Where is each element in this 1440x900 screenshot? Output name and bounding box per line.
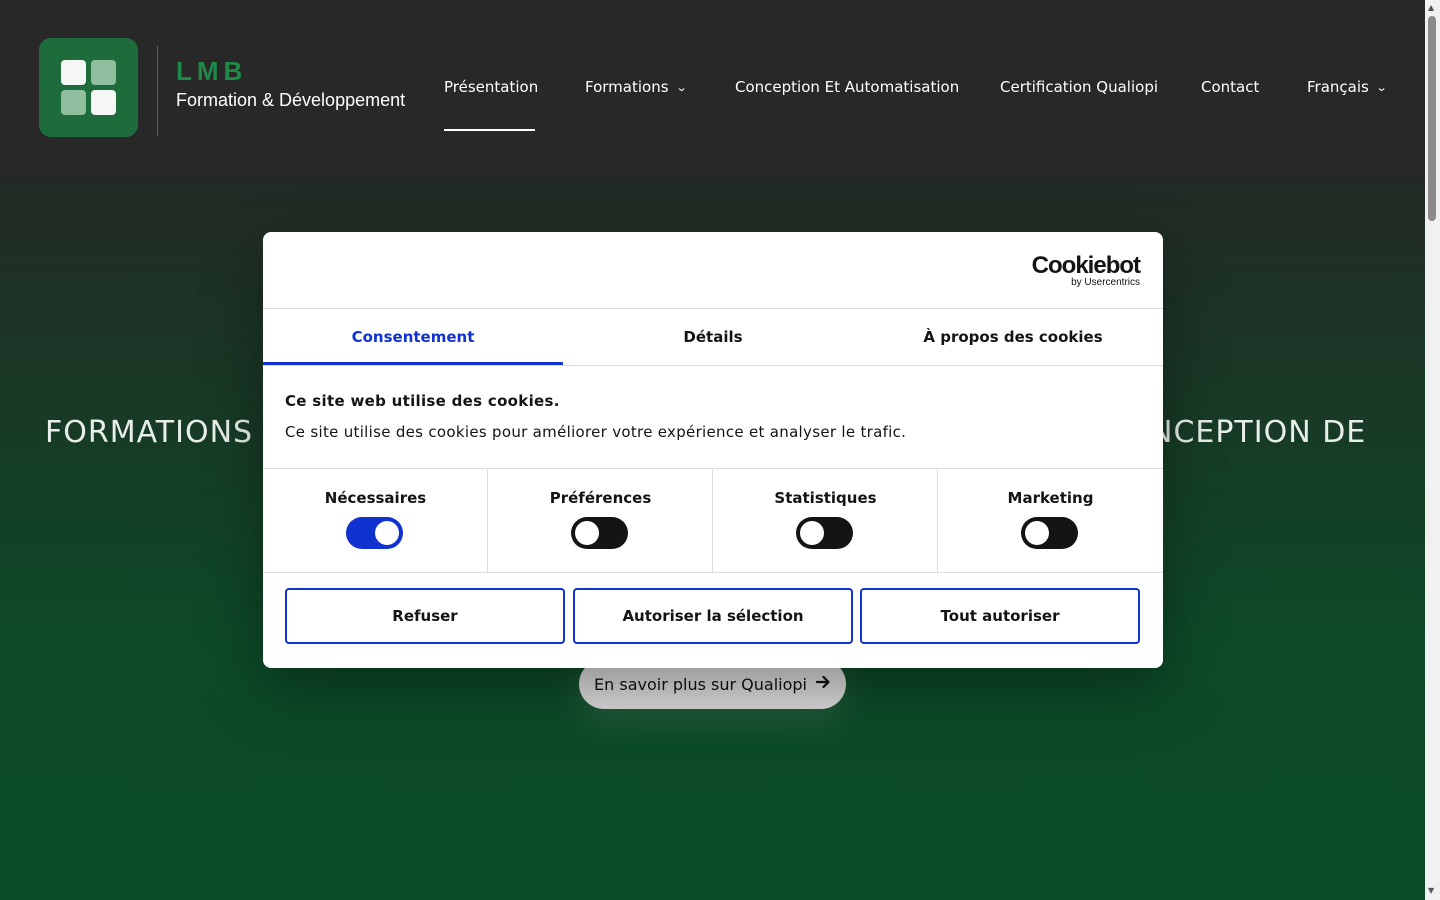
site-header: LMB Formation & Développement Présentati… <box>0 0 1425 175</box>
brand-name[interactable]: LMB <box>176 56 247 87</box>
category-label: Préférences <box>549 489 652 507</box>
category-marketing: Marketing <box>938 469 1163 572</box>
category-label: Marketing <box>1007 489 1094 507</box>
category-preferences: Préférences <box>488 469 713 572</box>
nav-item-formations[interactable]: Formations ⌄ <box>585 78 688 96</box>
hero-title-left: FORMATIONS <box>45 415 254 450</box>
scroll-down-icon[interactable]: ▼ <box>1428 886 1434 895</box>
toggle-knob <box>1025 521 1049 545</box>
statistics-toggle[interactable] <box>796 517 853 549</box>
cookiebot-logo[interactable]: Cookiebot by Usercentrics <box>1031 252 1141 288</box>
scroll-up-icon[interactable]: ▲ <box>1428 3 1434 12</box>
preferences-toggle[interactable] <box>571 517 628 549</box>
active-nav-underline <box>444 129 535 131</box>
logo-square <box>91 60 116 85</box>
marketing-toggle[interactable] <box>1021 517 1078 549</box>
dialog-tabs: Consentement Détails À propos des cookie… <box>263 309 1163 366</box>
category-label: Statistiques <box>774 489 877 507</box>
nav-item-qualiopi[interactable]: Certification Qualiopi <box>1000 78 1158 96</box>
nav-item-conception[interactable]: Conception Et Automatisation <box>735 78 959 96</box>
brand-tagline[interactable]: Formation & Développement <box>176 90 405 111</box>
toggle-knob <box>800 521 824 545</box>
cookie-categories: Nécessaires Préférences Statistiques Mar… <box>263 468 1163 573</box>
logo-square <box>91 90 116 115</box>
chevron-down-icon: ⌄ <box>675 80 688 94</box>
arrow-right-icon <box>815 674 831 694</box>
category-necessary: Nécessaires <box>263 469 488 572</box>
toggle-knob <box>375 521 399 545</box>
nav-item-label: Conception Et Automatisation <box>735 78 960 96</box>
tab-consentement[interactable]: Consentement <box>263 309 563 365</box>
refuse-button[interactable]: Refuser <box>285 588 565 644</box>
chevron-down-icon: ⌄ <box>1375 80 1388 94</box>
dialog-header: Cookiebot by Usercentrics <box>263 232 1163 309</box>
necessary-toggle[interactable] <box>346 517 403 549</box>
language-selector[interactable]: Français ⌄ <box>1307 78 1388 96</box>
dialog-description: Ce site utilise des cookies pour amélior… <box>285 423 907 441</box>
tab-about-cookies[interactable]: À propos des cookies <box>863 309 1163 365</box>
nav-item-label: Contact <box>1201 78 1260 96</box>
logo-square <box>61 90 86 115</box>
logo-square <box>61 60 86 85</box>
logo-icon[interactable] <box>39 38 138 137</box>
nav-item-label: Certification Qualiopi <box>1000 78 1159 96</box>
dialog-heading: Ce site web utilise des cookies. <box>285 392 560 410</box>
cookiebot-logo-text: Cookiebot <box>1031 252 1141 279</box>
allow-all-button[interactable]: Tout autoriser <box>860 588 1140 644</box>
nav-item-contact[interactable]: Contact <box>1201 78 1259 96</box>
toggle-knob <box>575 521 599 545</box>
allow-selection-button[interactable]: Autoriser la sélection <box>573 588 853 644</box>
nav-item-presentation[interactable]: Présentation <box>444 78 538 96</box>
cookiebot-logo-sub: by Usercentrics <box>1071 277 1140 288</box>
active-tab-indicator <box>263 362 563 365</box>
cookie-consent-dialog: Cookiebot by Usercentrics Consentement D… <box>263 232 1163 668</box>
category-label: Nécessaires <box>324 489 427 507</box>
hero-title-right: NCEPTION DE <box>1150 415 1367 450</box>
tab-details[interactable]: Détails <box>563 309 863 365</box>
nav-item-label: Présentation <box>444 78 539 96</box>
logo-divider <box>157 46 158 136</box>
scroll-thumb[interactable] <box>1428 16 1436 221</box>
category-statistics: Statistiques <box>713 469 938 572</box>
cta-label: En savoir plus sur Qualiopi <box>594 674 807 694</box>
nav-item-label: Français <box>1307 78 1369 96</box>
page-scrollbar[interactable]: ▲ ▼ <box>1425 0 1440 900</box>
nav-item-label: Formations <box>585 78 669 96</box>
